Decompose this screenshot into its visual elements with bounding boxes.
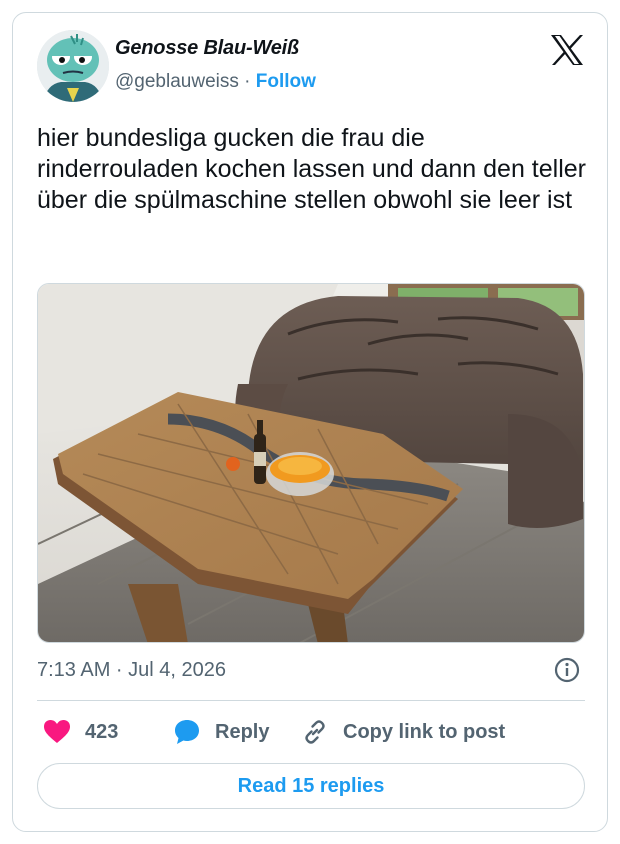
action-bar: 423 Reply Copy link to post [37,715,585,749]
read-replies-label: Read 15 replies [237,774,385,797]
x-logo-icon[interactable] [549,33,585,67]
link-icon [305,720,325,744]
speech-bubble-icon [175,720,199,744]
divider [37,700,585,701]
author-handle[interactable]: @geblauweiss [115,71,239,92]
like-button[interactable]: 423 [43,715,118,749]
copy-link-button[interactable]: Copy link to post [301,715,505,749]
like-count: 423 [85,720,119,743]
tweet-text: hier bundesliga gucken die frau die rind… [37,124,586,214]
tweet-card: Genosse Blau-Weiß @geblauweiss · Follow … [12,12,608,832]
tweet-timestamp[interactable]: 7:13 AM · Jul 4, 2026 [37,659,226,682]
follow-button[interactable]: Follow [256,71,316,92]
tweet-photo[interactable] [37,283,585,643]
reply-label: Reply [215,720,270,743]
author-display-name[interactable]: Genosse Blau-Weiß [115,37,299,60]
reply-button[interactable]: Reply [173,715,269,749]
info-icon[interactable] [554,657,580,683]
author-handle-row: @geblauweiss · Follow [115,71,316,93]
separator-dot: · [244,71,251,92]
read-replies-button[interactable]: Read 15 replies [37,763,585,809]
copy-link-label: Copy link to post [343,720,506,743]
heart-icon [44,720,70,743]
avatar[interactable] [37,30,109,102]
